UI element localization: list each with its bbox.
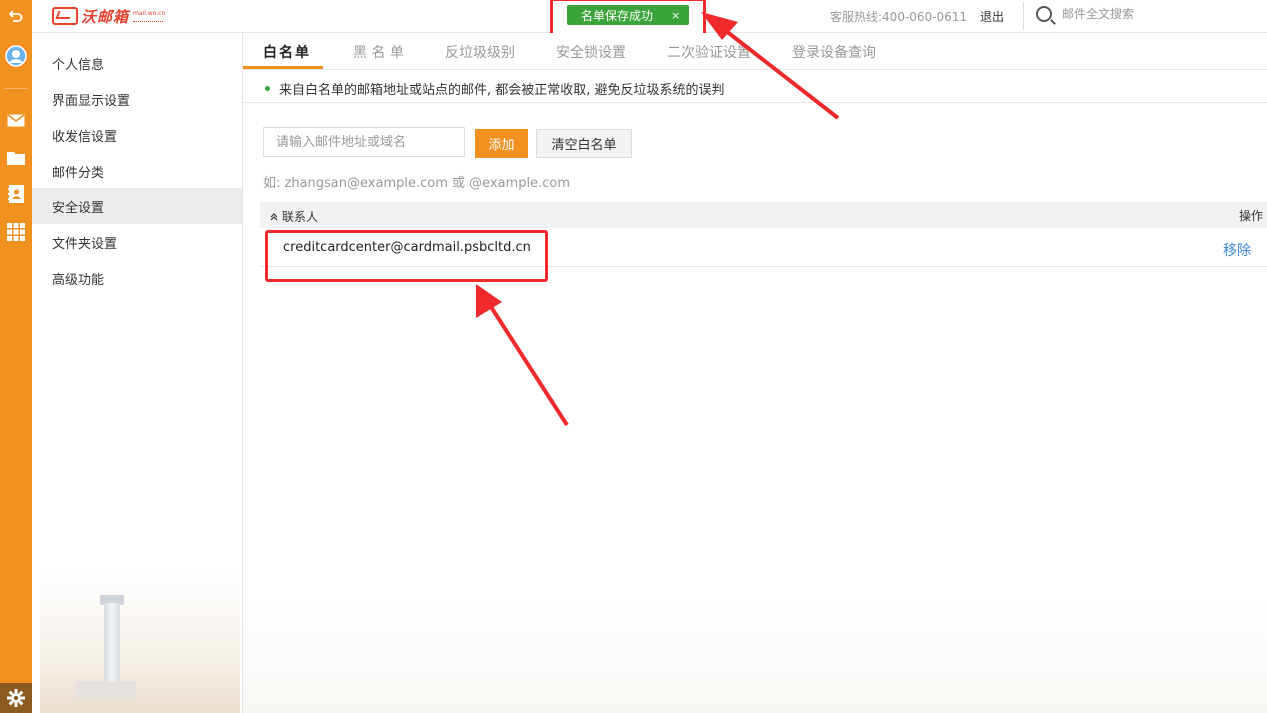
toast-close-icon[interactable]: × <box>671 9 680 22</box>
sidebar-item-mail-category[interactable]: 邮件分类 <box>32 153 242 189</box>
logo-mark-icon <box>52 7 78 25</box>
sort-chevron-icon[interactable] <box>270 213 278 221</box>
main-panel: 白名单 黑 名 单 反垃圾级别 安全锁设置 二次验证设置 登录设备查询 来自白名… <box>243 33 1267 713</box>
settings-sidebar: 个人信息 界面显示设置 收发信设置 邮件分类 安全设置 文件夹设置 高级功能 <box>32 33 243 713</box>
table-header: 联系人 操作 <box>260 202 1267 228</box>
settings-icon[interactable] <box>0 683 32 713</box>
tab-two-factor[interactable]: 二次验证设置 <box>667 42 751 62</box>
sidebar-item-advanced[interactable]: 高级功能 <box>32 260 242 296</box>
whitelist-notice: 来自白名单的邮箱地址或站点的邮件, 都会被正常收取, 避免反垃圾系统的误判 <box>265 79 725 98</box>
fulltext-search[interactable]: 邮件全文搜索 <box>1036 5 1134 22</box>
sidebar-item-label: 收发信设置 <box>52 129 118 145</box>
toast-label: 名单保存成功 <box>581 8 654 23</box>
address-input[interactable] <box>263 127 465 157</box>
tab-login-devices[interactable]: 登录设备查询 <box>792 42 876 62</box>
search-placeholder[interactable]: 邮件全文搜索 <box>1062 5 1134 22</box>
active-tab-indicator <box>243 66 323 69</box>
logo[interactable]: 沃邮箱 mail.wo.cn <box>52 6 165 26</box>
bullet-icon <box>265 86 270 91</box>
sidebar-item-label: 邮件分类 <box>52 165 105 181</box>
search-icon[interactable] <box>1036 5 1052 22</box>
tab-blacklist[interactable]: 黑 名 单 <box>353 42 404 62</box>
rail-divider <box>4 88 28 89</box>
avatar-icon[interactable] <box>0 42 32 70</box>
top-header: 沃邮箱 mail.wo.cn 名单保存成功 × 客服热线:400-060-061… <box>32 0 1267 36</box>
sidebar-item-folder[interactable]: 文件夹设置 <box>32 224 242 260</box>
lighthouse-background <box>40 573 240 713</box>
left-rail <box>0 0 32 713</box>
tab-security-lock[interactable]: 安全锁设置 <box>556 42 626 62</box>
back-icon[interactable] <box>0 2 32 30</box>
settings-tabs: 白名单 黑 名 单 反垃圾级别 安全锁设置 二次验证设置 登录设备查询 <box>243 33 1267 70</box>
apps-icon[interactable] <box>0 218 32 246</box>
logo-text: 沃邮箱 <box>81 7 130 26</box>
logo-subtext: mail.wo.cn <box>133 10 166 17</box>
sidebar-item-label: 安全设置 <box>52 200 105 216</box>
mail-icon[interactable] <box>0 106 32 134</box>
clear-whitelist-button[interactable]: 清空白名单 <box>536 129 632 158</box>
hotline-text: 客服热线:400-060-0611 <box>830 10 968 24</box>
input-hint: 如: zhangsan@example.com 或 @example.com <box>263 176 570 191</box>
sidebar-item-label: 高级功能 <box>52 272 105 288</box>
success-toast: 名单保存成功 × <box>567 5 689 25</box>
sidebar-item-profile[interactable]: 个人信息 <box>32 45 242 81</box>
folder-icon[interactable] <box>0 143 32 171</box>
sidebar-item-label: 个人信息 <box>52 57 105 73</box>
sidebar-item-label: 文件夹设置 <box>52 236 118 252</box>
sidebar-item-security[interactable]: 安全设置 <box>32 188 242 224</box>
remove-link[interactable]: 移除 <box>1223 240 1251 260</box>
column-header-contact[interactable]: 联系人 <box>270 208 318 225</box>
toast-highlight-box: 名单保存成功 × <box>550 0 706 36</box>
column-header-action: 操作 <box>1238 209 1263 223</box>
contacts-icon[interactable] <box>0 180 32 208</box>
tab-whitelist[interactable]: 白名单 <box>263 42 311 62</box>
sidebar-item-display[interactable]: 界面显示设置 <box>32 81 242 117</box>
sidebar-item-label: 界面显示设置 <box>52 93 131 109</box>
notice-text: 来自白名单的邮箱地址或站点的邮件, 都会被正常收取, 避免反垃圾系统的误判 <box>279 83 725 98</box>
table-row: creditcardcenter@cardmail.psbcltd.cn 移除 <box>260 228 1267 267</box>
sidebar-item-send-receive[interactable]: 收发信设置 <box>32 117 242 153</box>
logout-link[interactable]: 退出 <box>980 8 1004 25</box>
whitelist-email: creditcardcenter@cardmail.psbcltd.cn <box>283 240 531 255</box>
add-button[interactable]: 添加 <box>475 129 528 158</box>
tab-antispam-level[interactable]: 反垃圾级别 <box>445 42 515 62</box>
